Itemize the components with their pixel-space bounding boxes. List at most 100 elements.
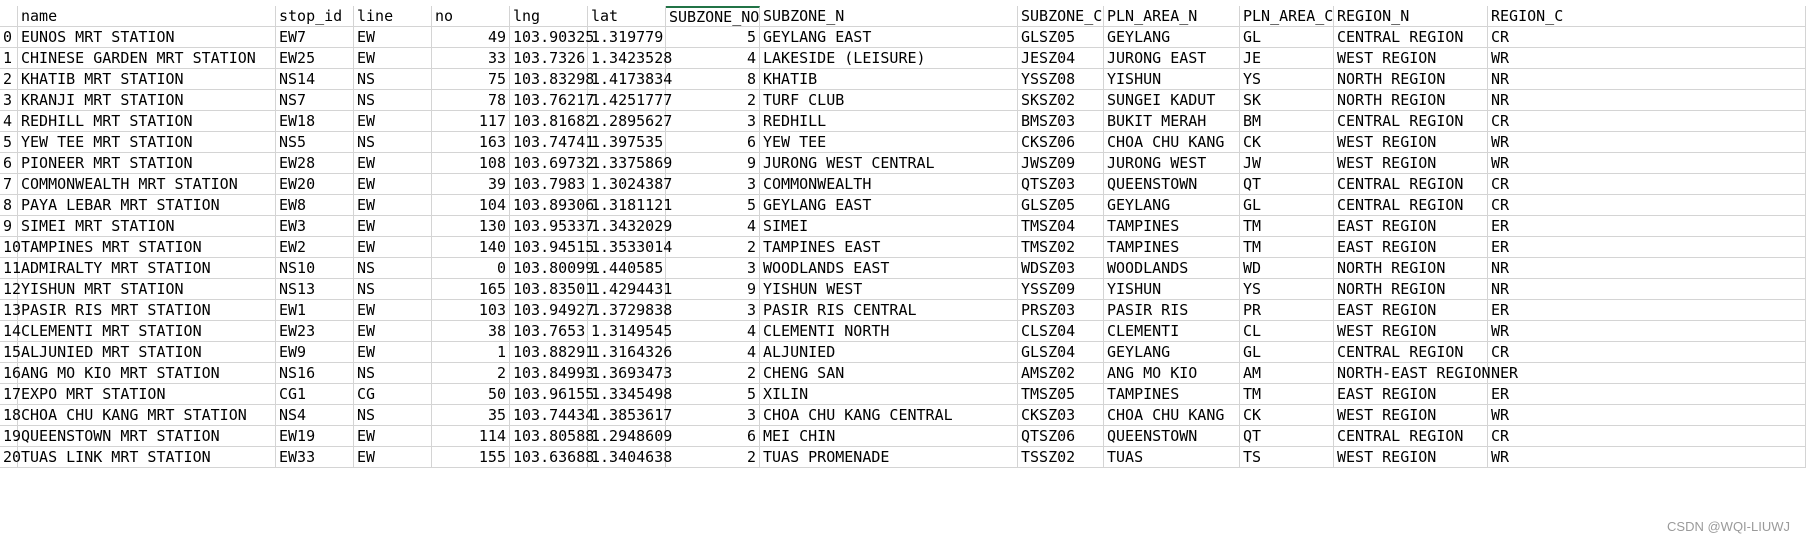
table-cell[interactable]: NS5 [276, 132, 354, 153]
table-cell[interactable]: 1.4173834 [588, 69, 672, 90]
table-cell[interactable]: 3 [666, 405, 760, 426]
table-cell[interactable]: 3 [666, 111, 760, 132]
table-cell[interactable]: TUAS LINK MRT STATION [18, 447, 276, 468]
table-cell[interactable]: NORTH REGION [1334, 258, 1488, 279]
table-cell[interactable]: MEI CHIN [760, 426, 1018, 447]
table-cell[interactable]: 9 [666, 279, 760, 300]
table-cell[interactable]: NR [1488, 279, 1806, 300]
column-header-pln-area-c[interactable]: PLN_AREA_C [1240, 6, 1334, 27]
table-cell[interactable]: TMSZ02 [1018, 237, 1104, 258]
table-cell[interactable]: PRSZ03 [1018, 300, 1104, 321]
table-cell[interactable]: EW18 [276, 111, 354, 132]
table-cell[interactable]: EW3 [276, 216, 354, 237]
table-cell[interactable]: BMSZ03 [1018, 111, 1104, 132]
table-cell[interactable]: QTSZ03 [1018, 174, 1104, 195]
table-cell[interactable]: 4 [666, 216, 760, 237]
table-cell[interactable]: GLSZ05 [1018, 195, 1104, 216]
table-cell[interactable]: EW28 [276, 153, 354, 174]
table-cell[interactable]: 140 [432, 237, 510, 258]
table-cell[interactable]: 103.89306 [510, 195, 594, 216]
table-cell[interactable]: CHENG SAN [760, 363, 1018, 384]
table-cell[interactable]: CENTRAL REGION [1334, 195, 1488, 216]
table-cell[interactable]: NORTH-EAST REGION [1334, 363, 1491, 384]
table-cell[interactable]: GLSZ05 [1018, 27, 1104, 48]
table-cell[interactable]: NR [1488, 90, 1806, 111]
table-cell[interactable]: 1.3432029 [588, 216, 672, 237]
table-cell[interactable]: TAMPINES EAST [760, 237, 1018, 258]
table-cell[interactable]: SIMEI [760, 216, 1018, 237]
table-cell[interactable]: 103.69732 [510, 153, 594, 174]
table-cell[interactable]: NS [354, 132, 432, 153]
table-cell[interactable]: 103.81682 [510, 111, 594, 132]
table-cell[interactable]: TAMPINES [1104, 216, 1240, 237]
table-cell[interactable]: 1.2948609 [588, 426, 672, 447]
table-cell[interactable]: LAKESIDE (LEISURE) [760, 48, 1018, 69]
table-cell[interactable]: EW33 [276, 447, 354, 468]
table-cell[interactable]: WD [1240, 258, 1334, 279]
table-cell[interactable]: NS16 [276, 363, 354, 384]
column-header-lng[interactable]: lng [510, 6, 588, 27]
table-cell[interactable]: EW23 [276, 321, 354, 342]
table-cell[interactable]: NS [354, 279, 432, 300]
table-cell[interactable]: EXPO MRT STATION [18, 384, 276, 405]
column-header-pln-area-n[interactable]: PLN_AREA_N [1104, 6, 1240, 27]
table-cell[interactable]: CHOA CHU KANG CENTRAL [760, 405, 1018, 426]
table-cell[interactable]: 0 [432, 258, 510, 279]
table-cell[interactable]: CLEMENTI [1104, 321, 1240, 342]
table-cell[interactable]: EW [354, 174, 432, 195]
table-cell[interactable]: 1.2895627 [588, 111, 672, 132]
table-cell[interactable]: CLEMENTI NORTH [760, 321, 1018, 342]
table-cell[interactable]: YISHUN WEST [760, 279, 1018, 300]
table-cell[interactable]: 103.94927 [510, 300, 594, 321]
table-cell[interactable]: SIMEI MRT STATION [18, 216, 276, 237]
table-cell[interactable]: CG [354, 384, 432, 405]
table-cell[interactable]: SUNGEI KADUT [1104, 90, 1240, 111]
table-cell[interactable]: CR [1488, 342, 1806, 363]
table-cell[interactable]: CKSZ03 [1018, 405, 1104, 426]
table-cell[interactable]: 9 [666, 153, 760, 174]
table-cell[interactable]: TS [1240, 447, 1334, 468]
table-cell[interactable]: CL [1240, 321, 1334, 342]
table-cell[interactable]: 103.84993 [510, 363, 594, 384]
table-cell[interactable]: TM [1240, 384, 1334, 405]
table-cell[interactable]: 103.74434 [510, 405, 594, 426]
table-cell[interactable]: TAMPINES [1104, 237, 1240, 258]
table-cell[interactable]: KHATIB [760, 69, 1018, 90]
table-cell[interactable]: YSSZ09 [1018, 279, 1104, 300]
table-cell[interactable]: EW9 [276, 342, 354, 363]
table-cell[interactable]: 103.96155 [510, 384, 594, 405]
column-header-subzone-n[interactable]: SUBZONE_N [760, 6, 1018, 27]
table-cell[interactable]: TM [1240, 237, 1334, 258]
table-cell[interactable]: PASIR RIS CENTRAL [760, 300, 1018, 321]
table-cell[interactable]: WEST REGION [1334, 405, 1488, 426]
table-cell[interactable]: GEYLANG [1104, 342, 1240, 363]
table-cell[interactable]: CHOA CHU KANG [1104, 405, 1240, 426]
table-cell[interactable]: WOODLANDS [1104, 258, 1240, 279]
table-cell[interactable]: 155 [432, 447, 510, 468]
table-cell[interactable]: CHINESE GARDEN MRT STATION [18, 48, 276, 69]
table-cell[interactable]: 103.7653 [510, 321, 588, 342]
table-cell[interactable]: 1.3181121 [588, 195, 672, 216]
table-cell[interactable]: SK [1240, 90, 1334, 111]
table-cell[interactable]: SKSZ02 [1018, 90, 1104, 111]
table-cell[interactable]: GEYLANG [1104, 195, 1240, 216]
table-cell[interactable]: CENTRAL REGION [1334, 27, 1488, 48]
table-cell[interactable]: ADMIRALTY MRT STATION [18, 258, 276, 279]
table-cell[interactable]: 5 [666, 27, 760, 48]
table-cell[interactable]: YEW TEE MRT STATION [18, 132, 276, 153]
table-cell[interactable]: 1.3164326 [588, 342, 672, 363]
table-cell[interactable]: PIONEER MRT STATION [18, 153, 276, 174]
table-cell[interactable]: EW7 [276, 27, 354, 48]
table-cell[interactable]: CK [1240, 405, 1334, 426]
table-cell[interactable]: ALJUNIED MRT STATION [18, 342, 276, 363]
table-cell[interactable]: NS [354, 90, 432, 111]
table-cell[interactable]: WR [1488, 405, 1806, 426]
table-cell[interactable]: WEST REGION [1334, 321, 1488, 342]
table-cell[interactable]: 103.80588 [510, 426, 594, 447]
table-cell[interactable]: 2 [666, 447, 760, 468]
table-cell[interactable]: EW20 [276, 174, 354, 195]
table-cell[interactable]: QTSZ06 [1018, 426, 1104, 447]
table-cell[interactable]: 103.94515 [510, 237, 594, 258]
table-cell[interactable]: REDHILL [760, 111, 1018, 132]
table-cell[interactable]: QT [1240, 426, 1334, 447]
